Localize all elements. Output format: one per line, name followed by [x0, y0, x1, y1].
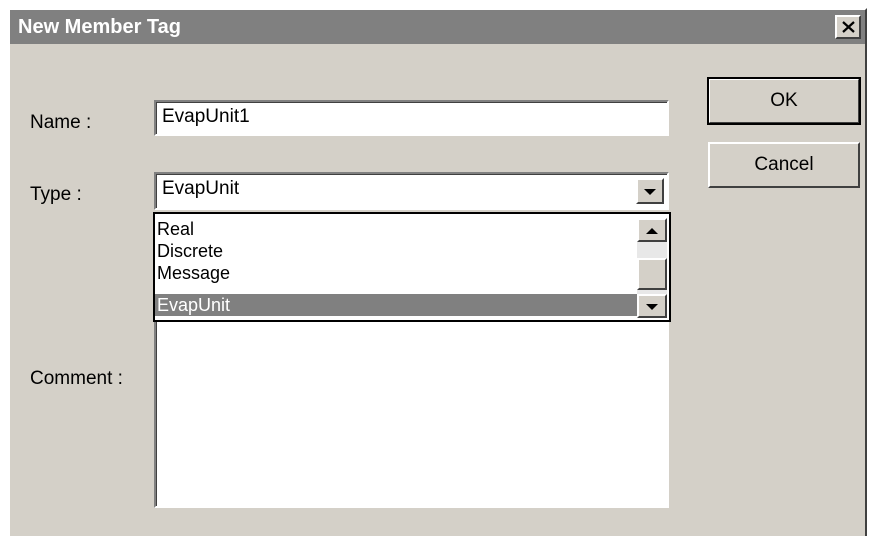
cancel-button[interactable]: Cancel	[708, 142, 860, 188]
dialog-title: New Member Tag	[18, 16, 181, 38]
type-dropdown-list[interactable]: Real Discrete Message EvapUnit	[153, 212, 671, 322]
type-option-real[interactable]: Real	[155, 218, 637, 240]
title-bar[interactable]: New Member Tag	[10, 10, 865, 44]
type-option-discrete[interactable]: Discrete	[155, 240, 637, 262]
type-select[interactable]: EvapUnit	[154, 172, 669, 210]
new-member-tag-dialog: New Member Tag Name : EvapUnit1 Type : E…	[8, 8, 867, 536]
comment-label: Comment :	[30, 368, 123, 389]
scroll-down-button[interactable]	[637, 294, 667, 318]
scroll-up-button[interactable]	[637, 218, 667, 242]
name-label: Name :	[30, 112, 92, 133]
type-dropdown-button[interactable]	[636, 178, 664, 204]
scroll-thumb[interactable]	[637, 258, 667, 290]
chevron-down-icon	[644, 189, 656, 195]
type-select-value: EvapUnit	[162, 178, 240, 199]
chevron-down-icon	[646, 304, 658, 310]
close-button[interactable]	[835, 15, 861, 39]
type-option-evapunit[interactable]: EvapUnit	[155, 294, 637, 316]
chevron-up-icon	[646, 228, 658, 234]
type-label: Type :	[30, 184, 82, 205]
type-option-message[interactable]: Message	[155, 262, 637, 284]
ok-button[interactable]: OK	[707, 77, 861, 125]
name-input-value: EvapUnit1	[162, 106, 250, 127]
close-x-icon	[842, 21, 855, 33]
name-input[interactable]: EvapUnit1	[154, 100, 669, 136]
